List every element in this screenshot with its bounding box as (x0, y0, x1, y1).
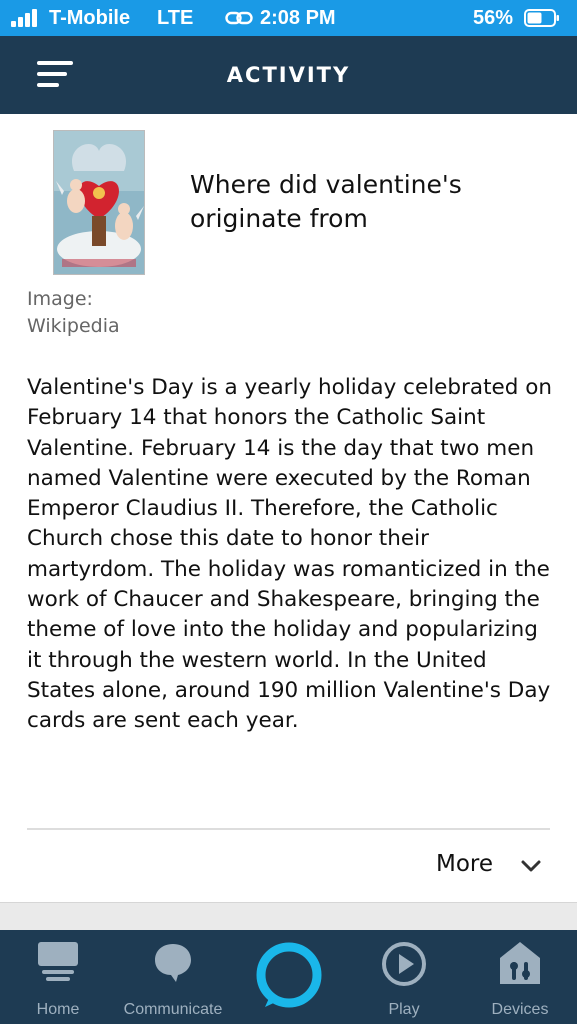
alexa-ring-icon[interactable] (254, 940, 324, 1010)
answer-text: Valentine's Day is a yearly holiday cele… (27, 375, 552, 734)
home-icon (38, 942, 78, 981)
app-header: ACTIVITY (0, 36, 577, 114)
content-footer-band (0, 902, 577, 931)
nav-home[interactable]: Home (20, 930, 96, 1024)
nav-devices-label: Devices (491, 1001, 549, 1018)
battery-percent: 56% (473, 7, 514, 29)
chat-bubble-icon (155, 944, 191, 982)
devices-icon (500, 942, 540, 984)
nav-communicate-label: Communicate (123, 1001, 223, 1018)
more-label: More (436, 851, 494, 877)
signal-icon (11, 9, 41, 27)
link-icon (225, 11, 253, 25)
image-credit: Image: Wikipedia (27, 288, 120, 337)
more-button[interactable]: More (420, 848, 550, 884)
nav-home-label: Home (36, 1001, 80, 1018)
clock: 2:08 PM (260, 7, 336, 29)
nav-play-label: Play (388, 1001, 420, 1018)
nav-communicate[interactable]: Communicate (116, 930, 230, 1024)
nav-devices[interactable]: Devices (480, 930, 560, 1024)
battery-icon (524, 9, 559, 27)
chevron-down-icon (521, 860, 541, 872)
carrier-name: T-Mobile (49, 7, 131, 29)
play-icon (382, 942, 426, 986)
divider (27, 828, 550, 830)
question-text: Where did valentine's originate from (190, 170, 462, 233)
valentine-card-image (53, 130, 145, 275)
bottom-navigation: Home Communicate Play Devices (0, 930, 577, 1024)
page-title: ACTIVITY (226, 63, 351, 87)
status-bar: T-Mobile LTE 2:08 PM 56% (0, 0, 577, 36)
nav-play[interactable]: Play (368, 930, 440, 1024)
network-type: LTE (157, 7, 194, 29)
